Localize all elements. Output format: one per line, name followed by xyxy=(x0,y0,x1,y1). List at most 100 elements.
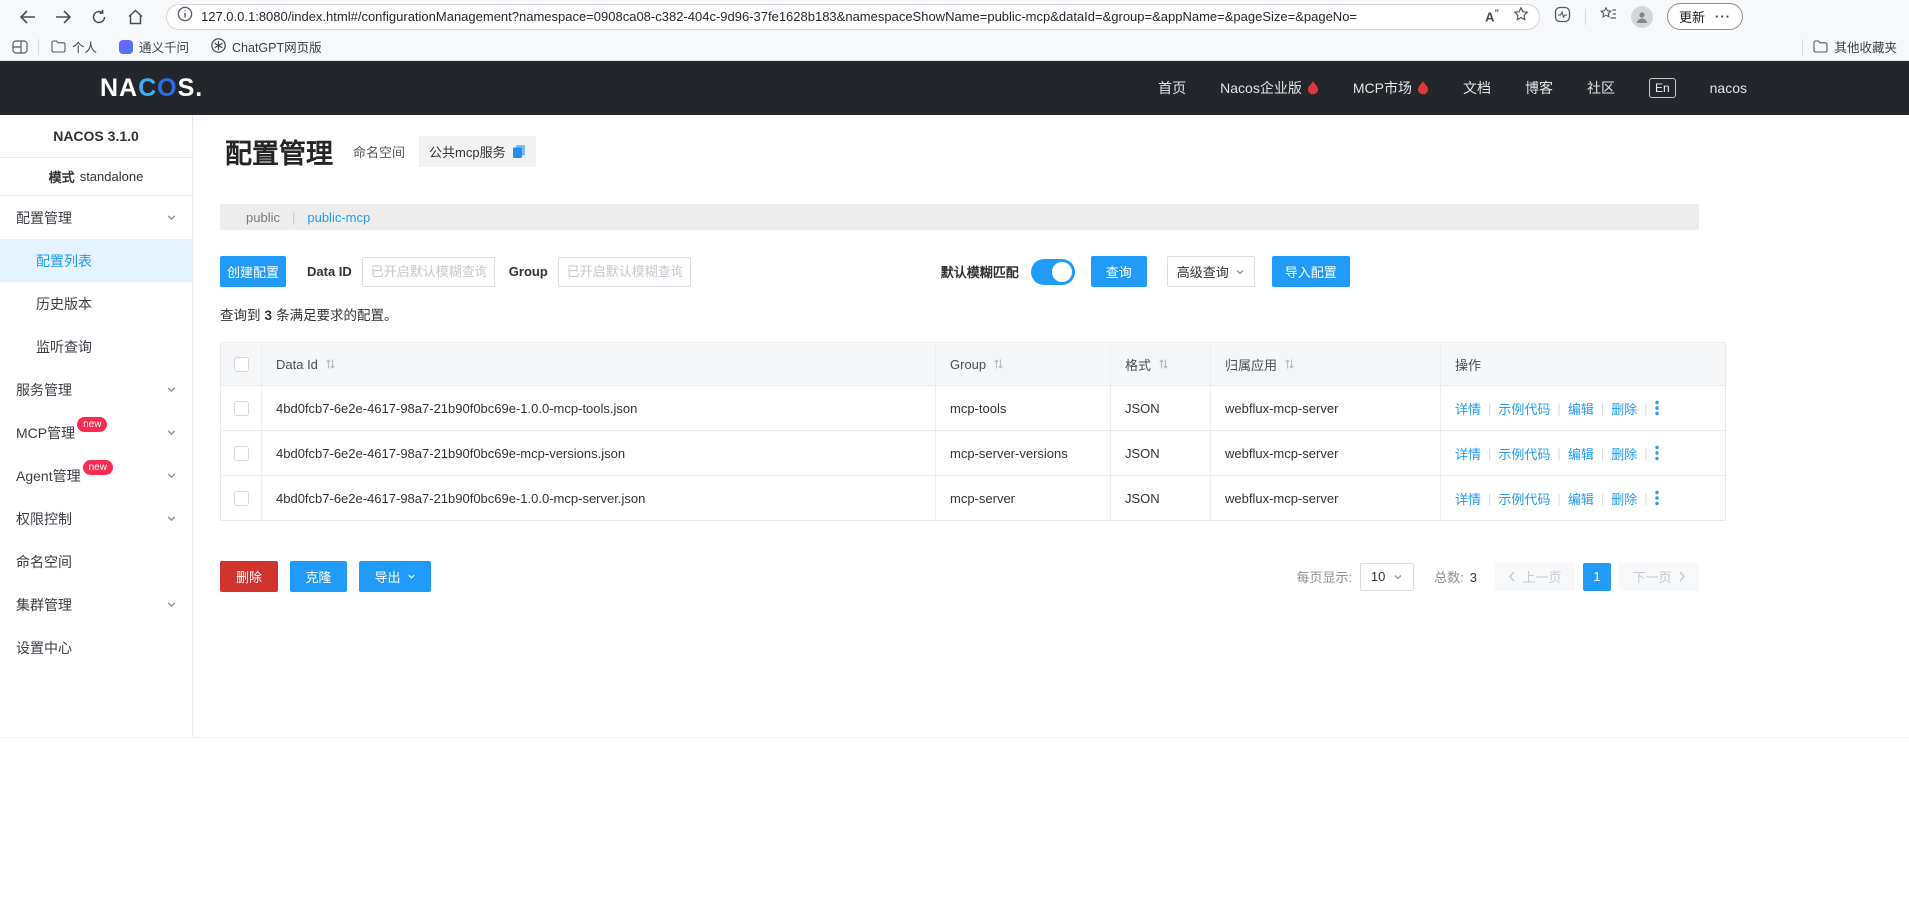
more-actions-icon[interactable] xyxy=(1654,400,1659,416)
dataid-input[interactable] xyxy=(361,256,495,287)
cell-group: mcp-tools xyxy=(935,386,1110,430)
logo-text: C xyxy=(138,73,158,102)
sort-icon[interactable] xyxy=(993,358,1004,370)
select-all-checkbox[interactable] xyxy=(233,356,249,372)
nav-enterprise[interactable]: Nacos企业版 xyxy=(1220,78,1319,98)
bookmark-qianwen[interactable]: 通义千问 xyxy=(119,37,189,56)
clone-button[interactable]: 克隆 xyxy=(290,561,347,592)
workspaces-icon[interactable] xyxy=(12,39,28,54)
create-config-button[interactable]: 创建配置 xyxy=(220,256,286,287)
sidebar-item-settings-center[interactable]: 设置中心 xyxy=(0,626,192,669)
browser-update-button[interactable]: 更新 ··· xyxy=(1667,3,1744,30)
more-menu-icon[interactable]: ··· xyxy=(1715,9,1731,24)
cell-actions: 详情 | 示例代码 | 编辑 | 删除 | xyxy=(1440,476,1725,520)
favorite-star-icon[interactable] xyxy=(1513,6,1529,27)
cell-data-id: 4bd0fcb7-6e2e-4617-98a7-21b90f0bc69e-1.0… xyxy=(261,476,935,520)
nav-blog[interactable]: 博客 xyxy=(1525,78,1553,98)
column-header-format[interactable]: 格式 xyxy=(1125,355,1151,374)
sidebar-item-namespace[interactable]: 命名空间 xyxy=(0,540,192,583)
export-button[interactable]: 导出 xyxy=(359,561,431,592)
advanced-search-button[interactable]: 高级查询 xyxy=(1166,256,1255,287)
profile-avatar[interactable] xyxy=(1631,5,1653,28)
bookmarks-bar: 个人 通义千问 ChatGPT网页版 其他收藏夹 xyxy=(0,33,1909,61)
action-sample-code[interactable]: 示例代码 xyxy=(1498,444,1550,463)
cell-data-id: 4bd0fcb7-6e2e-4617-98a7-21b90f0bc69e-mcp… xyxy=(261,431,935,475)
chevron-down-icon xyxy=(166,210,177,226)
home-icon xyxy=(127,8,143,24)
batch-delete-button[interactable]: 删除 xyxy=(220,561,278,592)
read-aloud-icon[interactable]: A” xyxy=(1485,8,1499,24)
nacos-logo[interactable]: NA C O S. xyxy=(100,74,203,103)
bookmark-label: ChatGPT网页版 xyxy=(232,41,322,55)
pagination: 每页显示: 10 总数: 3 上一页 1 下一页 xyxy=(1297,562,1699,591)
current-page-button[interactable]: 1 xyxy=(1583,562,1611,591)
bookmark-chatgpt[interactable]: ChatGPT网页版 xyxy=(211,37,322,56)
namespace-chip-label: 公共mcp服务 xyxy=(429,145,506,160)
nacos-version: NACOS 3.1.0 xyxy=(0,115,192,158)
column-header-app[interactable]: 归属应用 xyxy=(1225,355,1277,374)
nav-mcp-market[interactable]: MCP市场 xyxy=(1353,78,1429,98)
sort-icon[interactable] xyxy=(325,358,336,370)
sidebar-item-listener-query[interactable]: 监听查询 xyxy=(0,325,192,368)
import-config-button[interactable]: 导入配置 xyxy=(1271,256,1350,287)
row-checkbox[interactable] xyxy=(233,490,249,506)
forward-button[interactable] xyxy=(48,4,78,30)
favorites-hub-icon[interactable] xyxy=(1599,6,1617,27)
column-header-group[interactable]: Group xyxy=(950,357,986,372)
url-text[interactable]: 127.0.0.1:8080/index.html#/configuration… xyxy=(201,9,1357,24)
nav-docs[interactable]: 文档 xyxy=(1463,78,1491,98)
action-sample-code[interactable]: 示例代码 xyxy=(1498,489,1550,508)
sidebar-item-history-versions[interactable]: 历史版本 xyxy=(0,282,192,325)
row-checkbox[interactable] xyxy=(233,445,249,461)
fuzzy-match-toggle[interactable] xyxy=(1030,258,1075,285)
more-actions-icon[interactable] xyxy=(1654,490,1659,506)
nav-community[interactable]: 社区 xyxy=(1587,78,1615,98)
bookmark-folder-personal[interactable]: 个人 xyxy=(51,37,97,56)
sidebar-group-cluster-management[interactable]: 集群管理 xyxy=(0,583,192,626)
sidebar-group-mcp-management[interactable]: MCP管理 new xyxy=(0,411,192,454)
sidebar-group-agent-management[interactable]: Agent管理 new xyxy=(0,454,192,497)
sidebar-group-permission-control[interactable]: 权限控制 xyxy=(0,497,192,540)
nav-username[interactable]: nacos xyxy=(1710,80,1747,96)
forward-icon xyxy=(55,9,71,24)
more-actions-icon[interactable] xyxy=(1654,445,1659,461)
group-input[interactable] xyxy=(557,256,691,287)
nav-home[interactable]: 首页 xyxy=(1158,78,1186,98)
flame-icon xyxy=(1417,81,1428,95)
sidebar-item-config-list[interactable]: 配置列表 xyxy=(0,239,192,282)
next-page-button[interactable]: 下一页 xyxy=(1619,562,1699,591)
sort-icon[interactable] xyxy=(1284,358,1295,370)
home-button[interactable] xyxy=(120,4,150,30)
search-button[interactable]: 查询 xyxy=(1090,256,1147,287)
action-details[interactable]: 详情 xyxy=(1455,444,1481,463)
sidebar-group-service-management[interactable]: 服务管理 xyxy=(0,368,192,411)
prev-page-button[interactable]: 上一页 xyxy=(1495,562,1575,591)
page-size-select[interactable]: 10 xyxy=(1360,562,1415,591)
action-edit[interactable]: 编辑 xyxy=(1568,399,1594,418)
language-toggle[interactable]: En xyxy=(1648,78,1676,98)
sidebar-group-config-management[interactable]: 配置管理 xyxy=(0,196,192,239)
url-bar[interactable]: 127.0.0.1:8080/index.html#/configuration… xyxy=(166,3,1540,30)
cell-app: webflux-mcp-server xyxy=(1210,386,1440,430)
tab-public-mcp[interactable]: public-mcp xyxy=(307,210,370,225)
action-delete[interactable]: 删除 xyxy=(1611,444,1637,463)
back-button[interactable] xyxy=(12,4,42,30)
namespace-chip[interactable]: 公共mcp服务 xyxy=(419,136,536,167)
action-delete[interactable]: 删除 xyxy=(1611,399,1637,418)
action-details[interactable]: 详情 xyxy=(1455,399,1481,418)
action-edit[interactable]: 编辑 xyxy=(1568,444,1594,463)
tab-public[interactable]: public xyxy=(246,210,280,225)
refresh-button[interactable] xyxy=(84,4,114,30)
action-details[interactable]: 详情 xyxy=(1455,489,1481,508)
row-checkbox[interactable] xyxy=(233,400,249,416)
browser-essentials-icon[interactable] xyxy=(1554,6,1571,28)
site-info-icon[interactable] xyxy=(177,6,193,27)
copy-icon[interactable] xyxy=(512,144,526,159)
action-sample-code[interactable]: 示例代码 xyxy=(1498,399,1550,418)
other-favorites[interactable]: 其他收藏夹 xyxy=(1813,37,1897,56)
chevron-down-icon xyxy=(166,468,177,484)
sort-icon[interactable] xyxy=(1158,358,1169,370)
column-header-dataid[interactable]: Data Id xyxy=(276,357,318,372)
action-delete[interactable]: 删除 xyxy=(1611,489,1637,508)
action-edit[interactable]: 编辑 xyxy=(1568,489,1594,508)
